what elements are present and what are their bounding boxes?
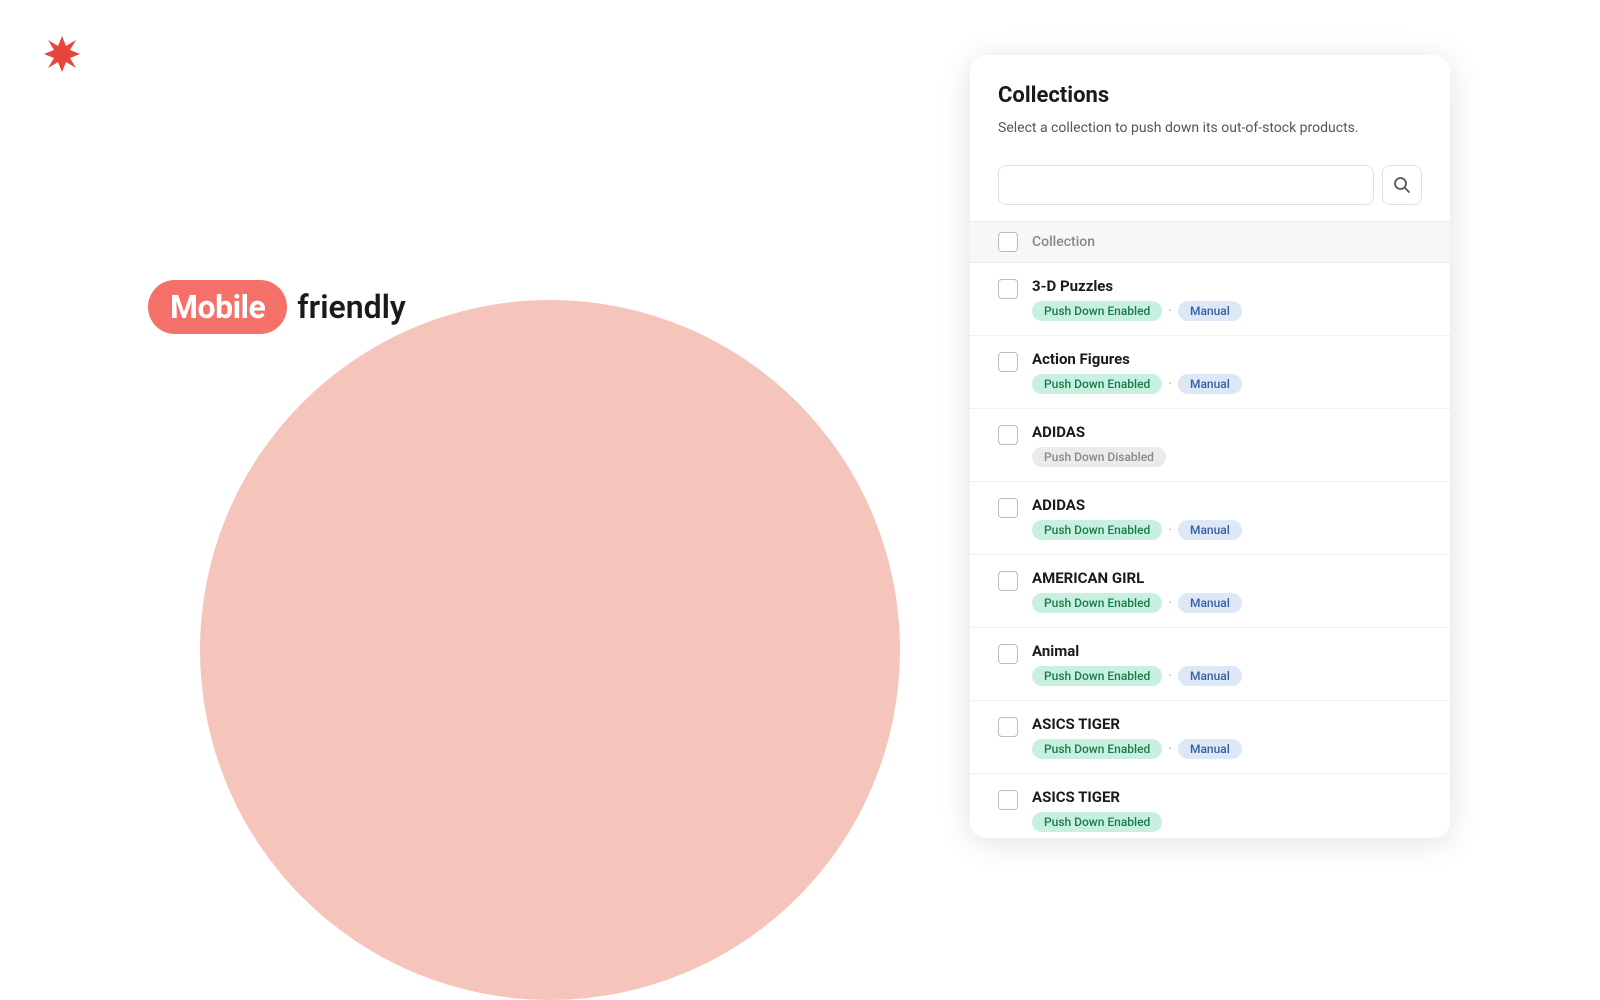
mode-badge: Manual (1178, 593, 1242, 613)
badge-separator: · (1168, 377, 1172, 391)
collections-panel: Collections Select a collection to push … (970, 55, 1450, 838)
app-logo (36, 28, 88, 84)
collection-item[interactable]: ASICS TIGER Push Down Enabled · Manual (970, 701, 1450, 774)
item-name: Animal (1032, 642, 1242, 660)
mode-badge: Manual (1178, 666, 1242, 686)
item-checkbox[interactable] (998, 279, 1018, 299)
item-name: ASICS TIGER (1032, 715, 1242, 733)
item-name: ADIDAS (1032, 496, 1242, 514)
badge-separator: · (1168, 523, 1172, 537)
item-checkbox[interactable] (998, 790, 1018, 810)
header-label: Collection (1032, 234, 1095, 250)
badge-separator: · (1168, 669, 1172, 683)
header-checkbox[interactable] (998, 232, 1018, 252)
item-content: Action Figures Push Down Enabled · Manual (1032, 350, 1242, 394)
status-badge: Push Down Enabled (1032, 374, 1162, 394)
badge-separator: · (1168, 304, 1172, 318)
status-badge: Push Down Enabled (1032, 520, 1162, 540)
item-checkbox[interactable] (998, 425, 1018, 445)
item-name: AMERICAN GIRL (1032, 569, 1242, 587)
collection-item[interactable]: ASICS TIGER Push Down Enabled (970, 774, 1450, 838)
search-input[interactable] (998, 165, 1374, 205)
search-button[interactable] (1382, 165, 1422, 205)
panel-subtitle: Select a collection to push down its out… (998, 118, 1422, 139)
item-content: ASICS TIGER Push Down Enabled (1032, 788, 1162, 832)
mode-badge: Manual (1178, 739, 1242, 759)
item-checkbox[interactable] (998, 352, 1018, 372)
collection-item[interactable]: Action Figures Push Down Enabled · Manual (970, 336, 1450, 409)
item-badges: Push Down Enabled · Manual (1032, 301, 1242, 321)
search-row (970, 155, 1450, 221)
mode-badge: Manual (1178, 520, 1242, 540)
item-checkbox[interactable] (998, 717, 1018, 737)
collection-item[interactable]: Animal Push Down Enabled · Manual (970, 628, 1450, 701)
item-checkbox[interactable] (998, 498, 1018, 518)
item-content: ADIDAS Push Down Disabled (1032, 423, 1166, 467)
panel-title: Collections (998, 83, 1422, 108)
item-badges: Push Down Enabled · Manual (1032, 666, 1242, 686)
item-name: Action Figures (1032, 350, 1242, 368)
collection-table-header: Collection (970, 221, 1450, 263)
collection-item[interactable]: 3-D Puzzles Push Down Enabled · Manual (970, 263, 1450, 336)
item-content: ASICS TIGER Push Down Enabled · Manual (1032, 715, 1242, 759)
status-badge: Push Down Enabled (1032, 593, 1162, 613)
item-badges: Push Down Enabled · Manual (1032, 739, 1242, 759)
item-checkbox[interactable] (998, 644, 1018, 664)
friendly-text: friendly (287, 288, 406, 326)
item-badges: Push Down Enabled (1032, 812, 1162, 832)
item-content: Animal Push Down Enabled · Manual (1032, 642, 1242, 686)
collection-list: 3-D PuzzlesPush Down Enabled·ManualActio… (970, 263, 1450, 838)
collection-item[interactable]: AMERICAN GIRL Push Down Enabled · Manual (970, 555, 1450, 628)
search-icon (1393, 176, 1411, 194)
status-badge: Push Down Disabled (1032, 447, 1166, 467)
badge-separator: · (1168, 596, 1172, 610)
tagline: Mobile friendly (148, 280, 406, 334)
panel-header: Collections Select a collection to push … (970, 55, 1450, 155)
item-badges: Push Down Disabled (1032, 447, 1166, 467)
item-badges: Push Down Enabled · Manual (1032, 593, 1242, 613)
item-content: ADIDAS Push Down Enabled · Manual (1032, 496, 1242, 540)
mode-badge: Manual (1178, 301, 1242, 321)
mobile-badge: Mobile (148, 280, 287, 334)
collection-item[interactable]: ADIDAS Push Down Disabled (970, 409, 1450, 482)
search-input-wrap (998, 165, 1374, 205)
status-badge: Push Down Enabled (1032, 666, 1162, 686)
badge-separator: · (1168, 742, 1172, 756)
collection-item[interactable]: ADIDAS Push Down Enabled · Manual (970, 482, 1450, 555)
item-content: 3-D Puzzles Push Down Enabled · Manual (1032, 277, 1242, 321)
status-badge: Push Down Enabled (1032, 812, 1162, 832)
item-name: ADIDAS (1032, 423, 1166, 441)
background-circle (200, 300, 900, 1000)
item-name: ASICS TIGER (1032, 788, 1162, 806)
status-badge: Push Down Enabled (1032, 739, 1162, 759)
mode-badge: Manual (1178, 374, 1242, 394)
item-content: AMERICAN GIRL Push Down Enabled · Manual (1032, 569, 1242, 613)
status-badge: Push Down Enabled (1032, 301, 1162, 321)
item-badges: Push Down Enabled · Manual (1032, 374, 1242, 394)
item-checkbox[interactable] (998, 571, 1018, 591)
item-badges: Push Down Enabled · Manual (1032, 520, 1242, 540)
item-name: 3-D Puzzles (1032, 277, 1242, 295)
